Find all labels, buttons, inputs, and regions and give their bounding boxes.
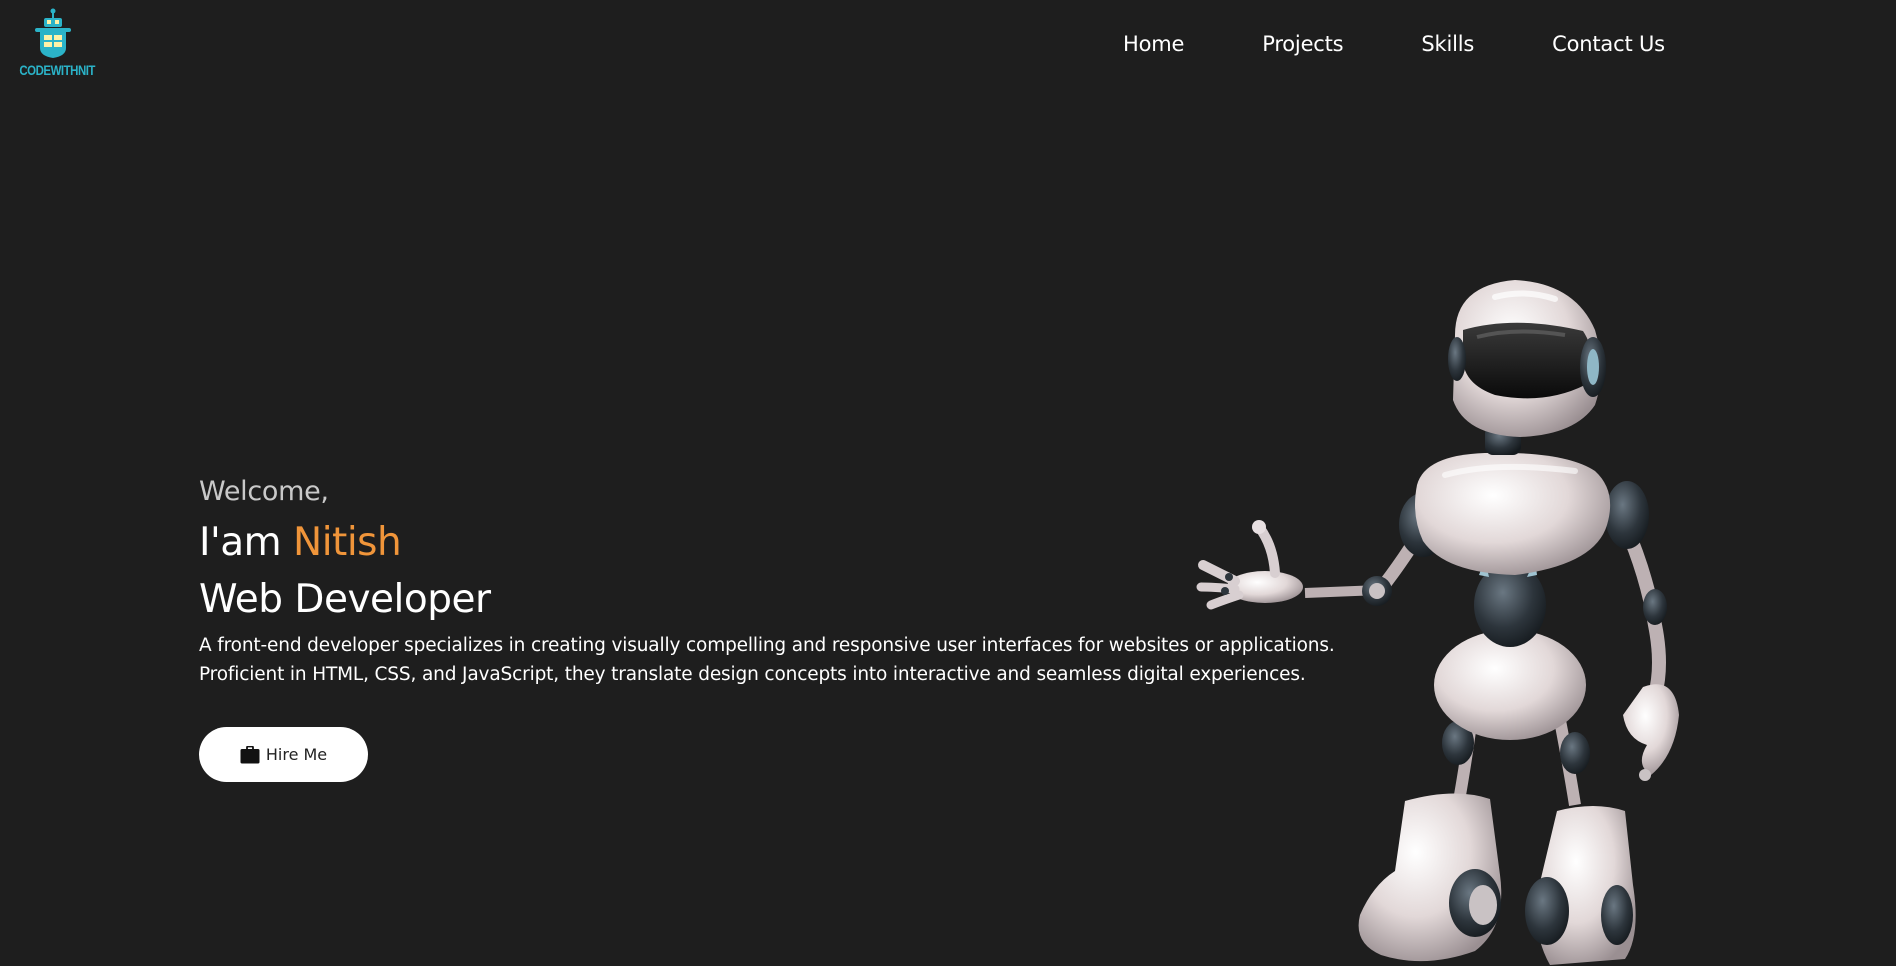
page: CODEWITHNIT Home Projects Skills Contact… — [0, 0, 1896, 966]
briefcase-icon — [240, 745, 260, 764]
robot-logo-icon — [35, 8, 71, 58]
main-nav: Home Projects Skills Contact Us — [1123, 32, 1665, 56]
nav-contact-us[interactable]: Contact Us — [1552, 32, 1665, 56]
hero-name: Nitish — [293, 520, 402, 565]
hero-intro-prefix: I'am — [199, 520, 294, 565]
logo-text: CODEWITHNIT — [19, 62, 95, 78]
nav-skills[interactable]: Skills — [1421, 32, 1474, 56]
nav-home[interactable]: Home — [1123, 32, 1184, 56]
robot-illustration — [1196, 280, 1679, 965]
nav-projects[interactable]: Projects — [1262, 32, 1343, 56]
site-logo[interactable]: CODEWITHNIT — [12, 8, 95, 82]
hire-me-label: Hire Me — [265, 745, 328, 764]
hire-me-button[interactable]: Hire Me — [199, 727, 368, 782]
